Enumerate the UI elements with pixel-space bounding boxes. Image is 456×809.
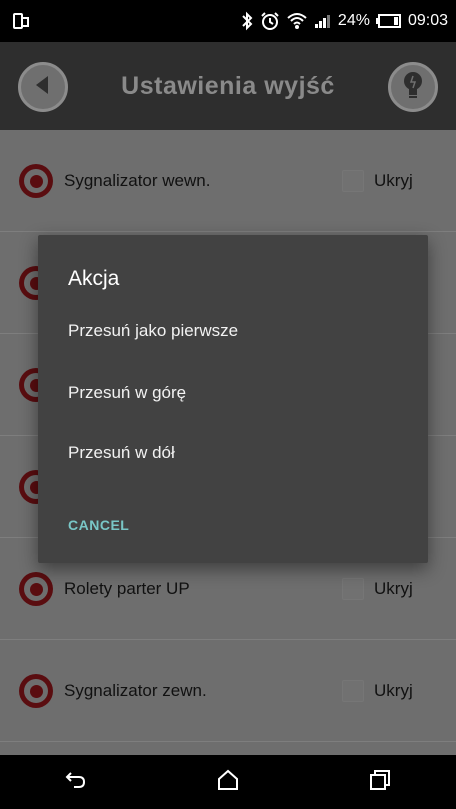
cancel-button[interactable]: CANCEL	[68, 517, 129, 533]
back-button[interactable]	[18, 62, 68, 112]
hide-label: Ukryj	[374, 680, 413, 700]
screen-mirror-icon	[12, 11, 32, 31]
clock: 09:03	[407, 12, 448, 29]
battery-percent: 24%	[337, 12, 370, 29]
recents-button[interactable]	[360, 762, 400, 802]
app-bar: Ustawienia wyjść	[0, 42, 456, 130]
lightbulb-icon	[400, 70, 426, 105]
lightbulb-button[interactable]	[388, 62, 438, 112]
hide-label: Ukryj	[374, 578, 413, 598]
home-icon	[217, 769, 239, 796]
status-bar: 24% 09:03	[0, 0, 456, 42]
home-button[interactable]	[208, 762, 248, 802]
list-item-label: Sygnalizator zewn.	[64, 680, 207, 700]
back-nav-button[interactable]	[56, 762, 96, 802]
action-dialog: Akcja Przesuń jako pierwsze Przesuń w gó…	[38, 235, 428, 563]
move-first-option[interactable]: Przesuń jako pierwsze	[68, 311, 398, 351]
list-item[interactable]: Sygnalizator wewn. Ukryj	[0, 130, 456, 232]
list-item-label: Sygnalizator wewn.	[64, 170, 211, 190]
output-status-icon	[19, 572, 53, 606]
signal-icon	[314, 13, 332, 29]
output-status-icon	[19, 164, 53, 198]
recents-icon	[369, 769, 391, 796]
back-icon	[30, 72, 56, 103]
dialog-title: Akcja	[68, 267, 120, 290]
battery-icon	[375, 14, 402, 28]
wifi-icon	[286, 11, 308, 31]
back-nav-icon	[65, 770, 87, 795]
navigation-bar	[0, 755, 456, 809]
move-up-option[interactable]: Przesuń w górę	[68, 373, 398, 413]
hide-checkbox[interactable]	[342, 679, 364, 702]
hide-label: Ukryj	[374, 170, 413, 190]
alarm-icon	[260, 11, 280, 31]
hide-checkbox[interactable]	[342, 577, 364, 600]
list-item-label: Rolety parter UP	[64, 578, 190, 598]
output-status-icon	[19, 674, 53, 708]
bluetooth-icon	[240, 11, 254, 31]
page-title: Ustawienia wyjść	[121, 71, 335, 100]
hide-checkbox[interactable]	[342, 169, 364, 192]
move-down-option[interactable]: Przesuń w dół	[68, 433, 398, 473]
list-item[interactable]: Sygnalizator zewn. Ukryj	[0, 640, 456, 742]
